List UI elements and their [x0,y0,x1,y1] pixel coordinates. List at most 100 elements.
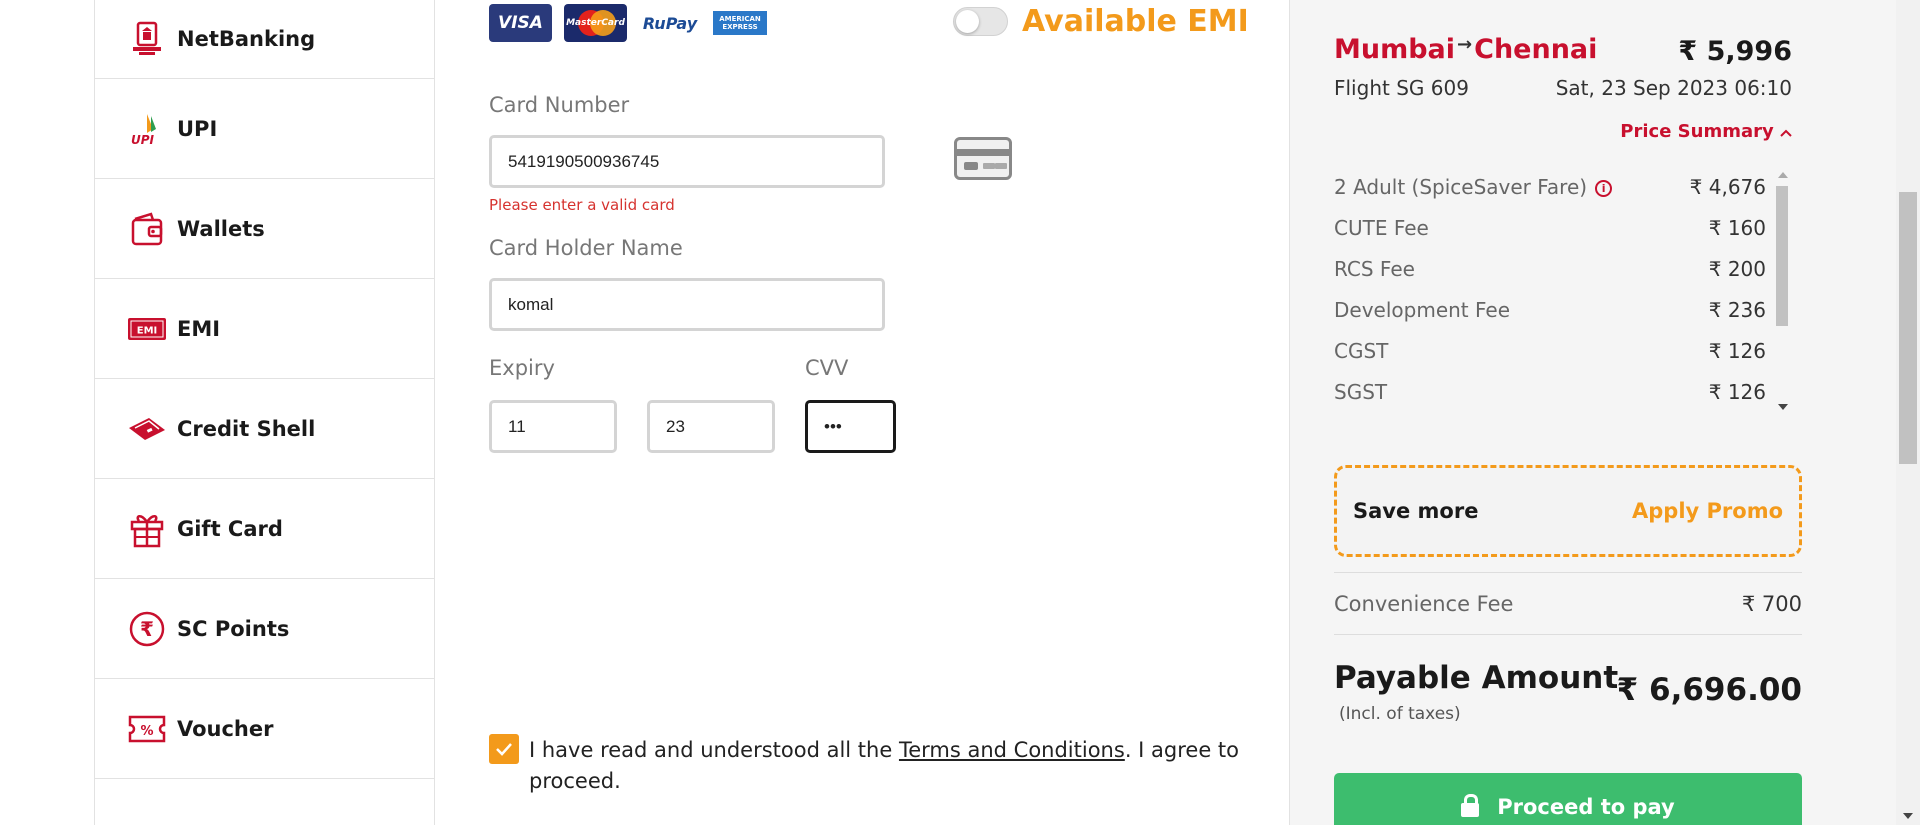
svg-text:UPI: UPI [131,133,155,147]
card-number-label: Card Number [489,93,630,117]
fare-amount: ₹ 126 [1708,338,1766,363]
fare-row: Development Fee ₹ 236 [1334,289,1790,330]
card-number-error: Please enter a valid card [489,196,675,214]
terms-checkbox[interactable] [489,734,519,764]
wallet-icon [127,209,167,249]
fare-amount: ₹ 160 [1708,215,1766,240]
convenience-fee-row: Convenience Fee ₹ 700 [1334,572,1802,635]
fare-amount: ₹ 236 [1708,297,1766,322]
fare-amount: ₹ 200 [1708,256,1766,281]
fare-row-adult: 2 Adult (SpiceSaver Fare) i ₹ 4,676 [1334,166,1790,207]
fare-label: SGST [1334,379,1388,404]
scroll-up-icon[interactable] [1778,172,1788,178]
sidebar-item-emi[interactable]: EMI EMI [95,279,434,379]
visa-logo-text: VISA [498,13,543,33]
sidebar-item-upi[interactable]: UPI UPI [95,79,434,179]
rupay-logo-text: RuPay [642,13,698,33]
promo-save-more: Save more [1353,499,1479,523]
sidebar-item-netbanking[interactable]: NetBanking [95,0,434,79]
card-network-logos: VISA MasterCard RuPay AMERICAN EXPRESS [489,4,767,42]
proceed-label: Proceed to pay [1497,795,1675,819]
amex-logo-line2: EXPRESS [722,23,758,31]
mastercard-logo-text: MasterCard [566,18,625,28]
apply-promo-link[interactable]: Apply Promo [1632,499,1783,523]
convenience-fee-amount: ₹ 700 [1741,591,1802,616]
card-holder-label: Card Holder Name [489,236,683,260]
sidebar-item-credit-shell[interactable]: Credit Shell [95,379,434,479]
fare-row: SGST ₹ 126 [1334,371,1790,412]
payable-amount-subtext: (Incl. of taxes) [1339,704,1461,724]
gift-icon [127,509,167,549]
info-icon[interactable]: i [1595,179,1613,197]
convenience-fee-label: Convenience Fee [1334,591,1514,616]
fare-total: ₹ 5,996 [1678,36,1792,67]
page-scroll-thumb[interactable] [1899,192,1917,464]
route-title: Mumbai →Chennai [1334,34,1597,65]
emi-toggle[interactable] [953,7,1008,36]
sidebar-item-label: NetBanking [177,27,316,51]
sidebar-item-label: UPI [177,116,218,141]
scroll-thumb[interactable] [1776,186,1788,326]
price-summary-toggle[interactable]: Price Summary [1620,121,1792,142]
visa-logo: VISA [489,4,552,42]
emi-label: Available EMI [1022,4,1249,39]
checkmark-icon [496,743,512,756]
expiry-year-input[interactable]: 23 [647,400,775,453]
fare-row: RCS Fee ₹ 200 [1334,248,1790,289]
expiry-label: Expiry [489,356,555,380]
upi-icon: UPI [127,109,167,149]
expiry-month-input[interactable]: 11 [489,400,617,453]
fare-label: 2 Adult (SpiceSaver Fare) [1334,174,1588,199]
promo-box: Save more Apply Promo [1334,465,1802,557]
sidebar-item-label: Voucher [177,716,274,741]
booking-summary: Mumbai →Chennai ₹ 5,996 Flight SG 609 Sat… [1290,0,1896,825]
fare-label: CGST [1334,338,1389,363]
emi-icon: EMI [127,309,167,349]
sidebar-item-gift-card[interactable]: Gift Card [95,479,434,579]
route-arrow-icon: → [1457,34,1473,55]
terms-prefix: I have read and understood all the [529,738,899,762]
proceed-to-pay-button[interactable]: Proceed to pay [1334,773,1802,825]
flight-datetime: Sat, 23 Sep 2023 06:10 [1555,76,1792,100]
page-scrollbar[interactable] [1896,0,1920,825]
terms-text: I have read and understood all the Terms… [529,735,1249,797]
cvv-input[interactable]: ••• [805,400,896,453]
lock-icon [1461,794,1480,817]
flight-number: Flight SG 609 [1334,76,1469,100]
rupay-logo: RuPay [639,4,701,42]
scroll-down-arrow-icon[interactable] [1903,813,1913,819]
svg-text:EMI: EMI [137,325,158,336]
terms-link[interactable]: Terms and Conditions [899,738,1125,762]
payment-methods-sidebar: NetBanking UPI UPI Wallets EMI EMI Credi… [94,0,435,825]
origin-city: Mumbai [1334,34,1456,65]
rupee-coin-icon: ₹ [127,609,167,649]
amex-logo: AMERICAN EXPRESS [713,11,767,35]
fare-row: CUTE Fee ₹ 160 [1334,207,1790,248]
sidebar-item-sc-points[interactable]: ₹ SC Points [95,579,434,679]
fare-amount: ₹ 4,676 [1689,174,1766,199]
fare-row: CGST ₹ 126 [1334,330,1790,371]
mastercard-logo: MasterCard [564,4,627,42]
credit-shell-icon [127,409,167,449]
sidebar-item-label: SC Points [177,616,290,641]
destination-city: Chennai [1474,34,1598,65]
sidebar-item-label: Gift Card [177,516,283,541]
voucher-icon: % [127,709,167,749]
card-payment-form: VISA MasterCard RuPay AMERICAN EXPRESS Av… [436,0,1290,825]
emi-toggle-group: Available EMI [953,4,1249,39]
sidebar-item-wallets[interactable]: Wallets [95,179,434,279]
sidebar-item-voucher[interactable]: % Voucher [95,679,434,779]
svg-text:₹: ₹ [140,617,154,641]
payable-amount-label: Payable Amount [1334,660,1619,696]
bank-icon [127,19,167,59]
amex-logo-line1: AMERICAN [719,15,761,23]
fare-scrollbar[interactable] [1774,166,1790,416]
fare-label: RCS Fee [1334,256,1415,281]
terms-consent: I have read and understood all the Terms… [489,734,1249,797]
scroll-down-icon[interactable] [1778,404,1788,410]
card-number-input[interactable]: 5419190500936745 [489,135,885,188]
fare-label: Development Fee [1334,297,1511,322]
payable-amount-value: ₹ 6,696.00 [1616,672,1802,708]
card-holder-input[interactable]: komal [489,278,885,331]
chevron-up-icon [1780,129,1792,137]
